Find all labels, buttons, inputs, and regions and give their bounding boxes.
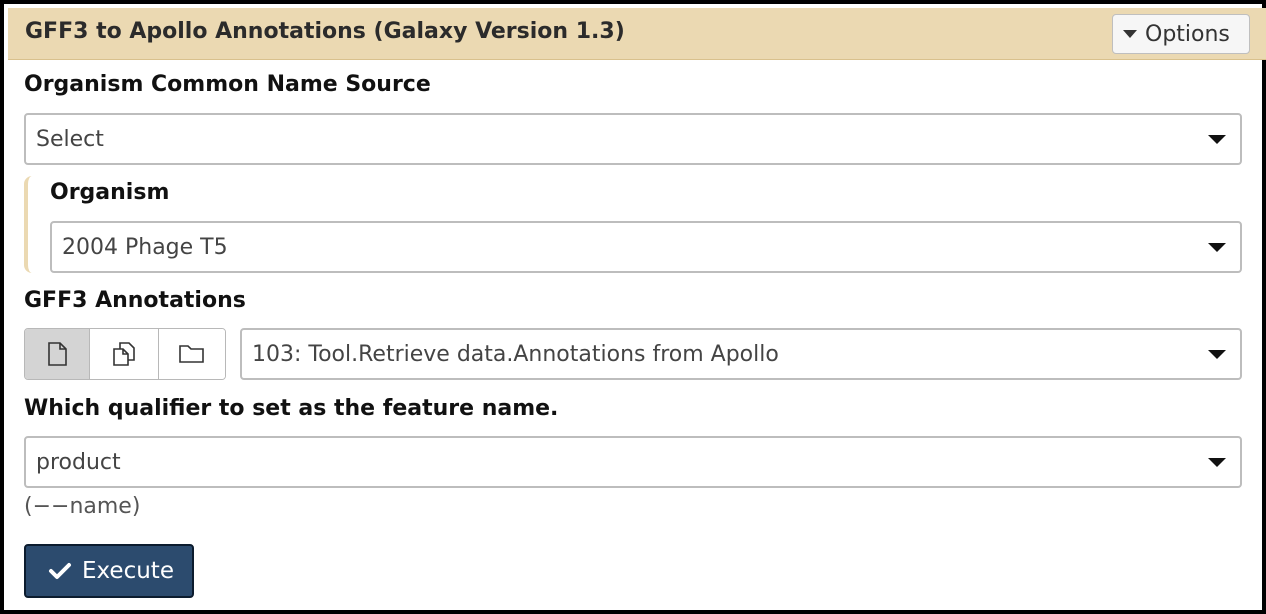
gff3-dataset-value: 103: Tool.Retrieve data.Annotations from… (252, 341, 779, 367)
organism-source-select[interactable]: Select (24, 113, 1242, 165)
multiple-datasets-button[interactable] (90, 329, 159, 379)
collection-folder-icon (179, 345, 204, 363)
chevron-down-icon (1208, 243, 1226, 252)
name-qualifier-value: product (36, 449, 121, 475)
organism-label: Organism (50, 180, 170, 205)
caret-down-icon (1123, 30, 1137, 38)
name-qualifier-help: (−−name) (24, 494, 141, 519)
options-label: Options (1145, 21, 1230, 47)
dataset-mode-button-group (24, 328, 226, 380)
chevron-down-icon (1208, 135, 1226, 144)
chevron-down-icon (1208, 458, 1226, 467)
options-button[interactable]: Options (1112, 14, 1250, 54)
organism-source-label: Organism Common Name Source (24, 72, 431, 97)
conditional-indent-bar (24, 176, 32, 273)
organism-value: 2004 Phage T5 (62, 234, 228, 260)
check-icon (49, 563, 71, 579)
collection-button[interactable] (159, 329, 225, 379)
name-qualifier-select[interactable]: product (24, 436, 1242, 488)
gff3-dataset-select[interactable]: 103: Tool.Retrieve data.Annotations from… (240, 328, 1242, 380)
tool-title: GFF3 to Apollo Annotations (Galaxy Versi… (25, 19, 625, 44)
single-dataset-button[interactable] (25, 329, 90, 379)
chevron-down-icon (1208, 350, 1226, 359)
execute-button[interactable]: Execute (24, 544, 194, 598)
single-dataset-icon (48, 342, 67, 366)
multiple-datasets-icon (113, 342, 135, 366)
name-qualifier-label: Which qualifier to set as the feature na… (24, 396, 559, 421)
organism-select[interactable]: 2004 Phage T5 (50, 221, 1242, 273)
gff3-label: GFF3 Annotations (24, 288, 246, 313)
execute-label: Execute (82, 558, 174, 584)
tool-form-frame: GFF3 to Apollo Annotations (Galaxy Versi… (0, 0, 1266, 614)
organism-source-value: Select (36, 126, 104, 152)
tool-header: GFF3 to Apollo Annotations (Galaxy Versi… (8, 8, 1266, 60)
